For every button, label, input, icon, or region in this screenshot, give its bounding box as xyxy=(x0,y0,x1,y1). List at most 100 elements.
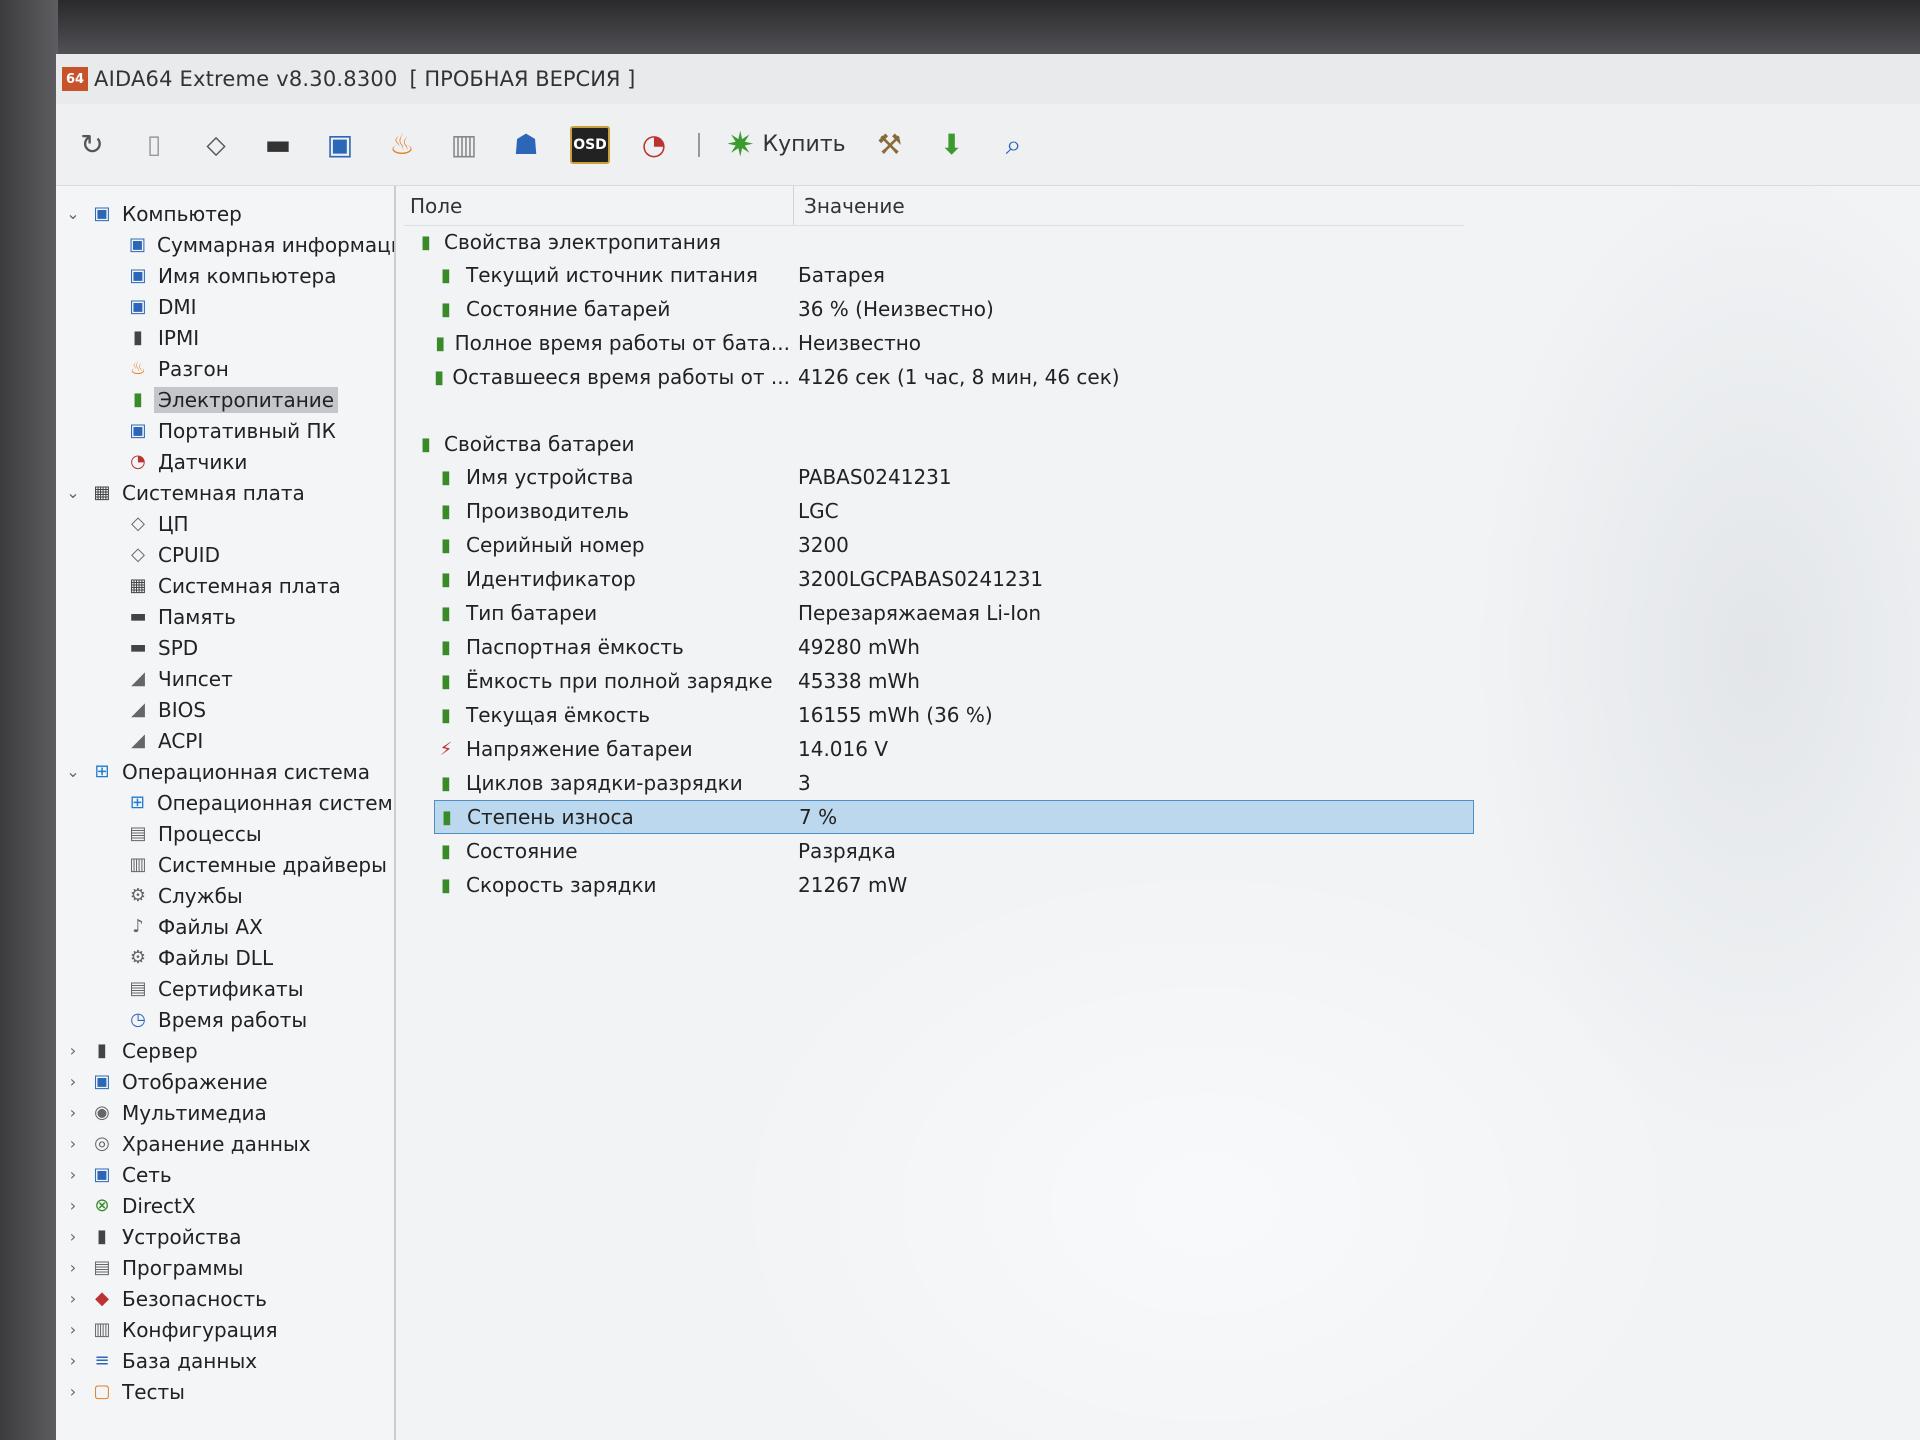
tree-item-icon: ▥ xyxy=(93,1319,111,1340)
tree-item[interactable]: › ⊗ DirectX xyxy=(56,1190,394,1221)
tree-item[interactable]: ▤ Сертификаты xyxy=(56,973,394,1004)
column-header-field[interactable]: Поле xyxy=(404,186,794,225)
table-row[interactable]: ▮ Идентификатор 3200LGCPABAS0241231 xyxy=(434,562,1474,596)
download-icon[interactable]: ⬇ xyxy=(934,127,970,163)
section-power-properties[interactable]: ▮ Свойства электропитания xyxy=(404,226,1920,258)
tree-item-icon: ◢ xyxy=(131,668,145,689)
buy-button[interactable]: ✷ Купить xyxy=(726,125,846,165)
chevron-right-icon[interactable]: › xyxy=(62,1382,84,1401)
table-row[interactable]: ▮ Циклов зарядки-разрядки 3 xyxy=(434,766,1474,800)
tree-item[interactable]: › ▥ Конфигурация xyxy=(56,1314,394,1345)
tree-item[interactable]: ⊞ Операционная система xyxy=(56,787,394,818)
flame-icon[interactable]: ♨ xyxy=(384,127,420,163)
tree-item[interactable]: › ◉ Мультимедиа xyxy=(56,1097,394,1128)
tree-item[interactable]: › ◆ Безопасность xyxy=(56,1283,394,1314)
tree-item[interactable]: › ▮ Устройства xyxy=(56,1221,394,1252)
benchmark-icon[interactable]: ▥ xyxy=(446,127,482,163)
report-icon[interactable]: ▯ xyxy=(136,127,172,163)
chevron-down-icon[interactable]: ⌄ xyxy=(62,204,84,223)
table-row[interactable]: ▮ Паспортная ёмкость 49280 mWh xyxy=(434,630,1474,664)
table-row[interactable]: ▮ Серийный номер 3200 xyxy=(434,528,1474,562)
tree-item[interactable]: ⌄ ▣ Компьютер xyxy=(56,198,394,229)
tree-item[interactable]: ⚙ Файлы DLL xyxy=(56,942,394,973)
table-row[interactable]: ▮ Состояние батарей 36 % (Неизвестно) xyxy=(434,292,1474,326)
tree-item[interactable]: › ▣ Сеть xyxy=(56,1159,394,1190)
tree-item[interactable]: ▣ Суммарная информаци xyxy=(56,229,394,260)
refresh-icon[interactable]: ↻ xyxy=(74,127,110,163)
chevron-right-icon[interactable]: › xyxy=(62,1258,84,1277)
chevron-right-icon[interactable]: › xyxy=(62,1072,84,1091)
memory-icon[interactable]: ▬ xyxy=(260,127,296,163)
gauge-icon[interactable]: ◔ xyxy=(636,127,672,163)
tree-item[interactable]: ▤ Процессы xyxy=(56,818,394,849)
tree-item[interactable]: ⌄ ⊞ Операционная система xyxy=(56,756,394,787)
battery-icon: ▮ xyxy=(421,433,431,455)
osd-icon[interactable]: OSD xyxy=(570,125,610,164)
battery-icon: ▮ xyxy=(441,636,451,658)
chevron-right-icon[interactable]: › xyxy=(62,1351,84,1370)
tree-item[interactable]: › ≡ База данных xyxy=(56,1345,394,1376)
tree-item[interactable]: › ▮ Сервер xyxy=(56,1035,394,1066)
table-row[interactable]: ⚡ Напряжение батареи 14.016 V xyxy=(434,732,1474,766)
motherboard-icon[interactable]: ⬦ xyxy=(198,127,234,163)
tree-item[interactable]: ▣ Портативный ПК xyxy=(56,415,394,446)
tree-item[interactable]: ▮ Электропитание xyxy=(56,384,394,415)
chevron-right-icon[interactable]: › xyxy=(62,1103,84,1122)
table-row[interactable]: ▮ Тип батареи Перезаряжаемая Li-Ion xyxy=(434,596,1474,630)
table-row[interactable]: ▮ Скорость зарядки 21267 mW xyxy=(434,868,1474,902)
tree-item[interactable]: ▮ IPMI xyxy=(56,322,394,353)
table-row[interactable]: ▮ Производитель LGC xyxy=(434,494,1474,528)
chevron-right-icon[interactable]: › xyxy=(62,1165,84,1184)
tree-item[interactable]: ◇ ЦП xyxy=(56,508,394,539)
tree-item[interactable]: › ▢ Тесты xyxy=(56,1376,394,1407)
tree-item[interactable]: ◢ BIOS xyxy=(56,694,394,725)
field-cell: ▮ Серийный номер xyxy=(434,533,790,557)
tree-item[interactable]: ▣ DMI xyxy=(56,291,394,322)
table-row[interactable]: ▮ Состояние Разрядка xyxy=(434,834,1474,868)
network-icon[interactable]: ▣ xyxy=(322,127,358,163)
search-icon[interactable]: ⌕ xyxy=(996,127,1032,163)
field-label: Тип батареи xyxy=(466,601,598,625)
field-label: Циклов зарядки-разрядки xyxy=(466,771,743,795)
chevron-down-icon[interactable]: ⌄ xyxy=(62,762,84,781)
table-row[interactable]: ▮ Текущий источник питания Батарея xyxy=(434,258,1474,292)
tree-item[interactable]: ◢ ACPI xyxy=(56,725,394,756)
tree-item[interactable]: ◔ Датчики xyxy=(56,446,394,477)
user-icon[interactable]: ☗ xyxy=(508,127,544,163)
table-row[interactable]: ▮ Имя устройства PABAS0241231 xyxy=(434,460,1474,494)
tree-item[interactable]: ◷ Время работы xyxy=(56,1004,394,1035)
tree-item[interactable]: ⌄ ▦ Системная плата xyxy=(56,477,394,508)
tree-item[interactable]: ♨ Разгон xyxy=(56,353,394,384)
chevron-right-icon[interactable]: › xyxy=(62,1289,84,1308)
tree-item[interactable]: ⚙ Службы xyxy=(56,880,394,911)
table-row[interactable]: ▮ Полное время работы от бата... Неизвестн… xyxy=(434,326,1474,360)
chevron-down-icon[interactable]: ⌄ xyxy=(62,483,84,502)
chevron-right-icon[interactable]: › xyxy=(62,1134,84,1153)
chevron-right-icon[interactable]: › xyxy=(62,1196,84,1215)
tree-item[interactable]: ▬ Память xyxy=(56,601,394,632)
tree-item[interactable]: ▥ Системные драйверы xyxy=(56,849,394,880)
tree-item[interactable]: ◢ Чипсет xyxy=(56,663,394,694)
table-row[interactable]: ▮ Степень износа 7 % xyxy=(434,800,1474,834)
tree-item[interactable]: › ▤ Программы xyxy=(56,1252,394,1283)
tree-item-label: Программы xyxy=(122,1255,244,1280)
chevron-right-icon[interactable]: › xyxy=(62,1041,84,1060)
tree-item[interactable]: ▬ SPD xyxy=(56,632,394,663)
table-row[interactable]: ▮ Ёмкость при полной зарядке 45338 mWh xyxy=(434,664,1474,698)
chevron-right-icon[interactable]: › xyxy=(62,1320,84,1339)
tree-item[interactable]: ▣ Имя компьютера xyxy=(56,260,394,291)
tree-item[interactable]: ▦ Системная плата xyxy=(56,570,394,601)
table-row[interactable]: ▮ Оставшееся время работы от ... 4126 сек … xyxy=(434,360,1474,394)
field-label: Текущая ёмкость xyxy=(466,703,651,727)
tree-item[interactable]: ♪ Файлы AX xyxy=(56,911,394,942)
field-label: Паспортная ёмкость xyxy=(466,635,684,659)
tree-item[interactable]: › ▣ Отображение xyxy=(56,1066,394,1097)
table-row[interactable]: ▮ Текущая ёмкость 16155 mWh (36 %) xyxy=(434,698,1474,732)
tree-item[interactable]: › ◎ Хранение данных xyxy=(56,1128,394,1159)
chevron-right-icon[interactable]: › xyxy=(62,1227,84,1246)
tree-item-icon: ♨ xyxy=(129,358,147,379)
tools-icon[interactable]: ⚒ xyxy=(872,127,908,163)
column-header-value[interactable]: Значение xyxy=(794,186,905,225)
section-battery-properties[interactable]: ▮ Свойства батареи xyxy=(404,428,1920,460)
tree-item[interactable]: ◇ CPUID xyxy=(56,539,394,570)
